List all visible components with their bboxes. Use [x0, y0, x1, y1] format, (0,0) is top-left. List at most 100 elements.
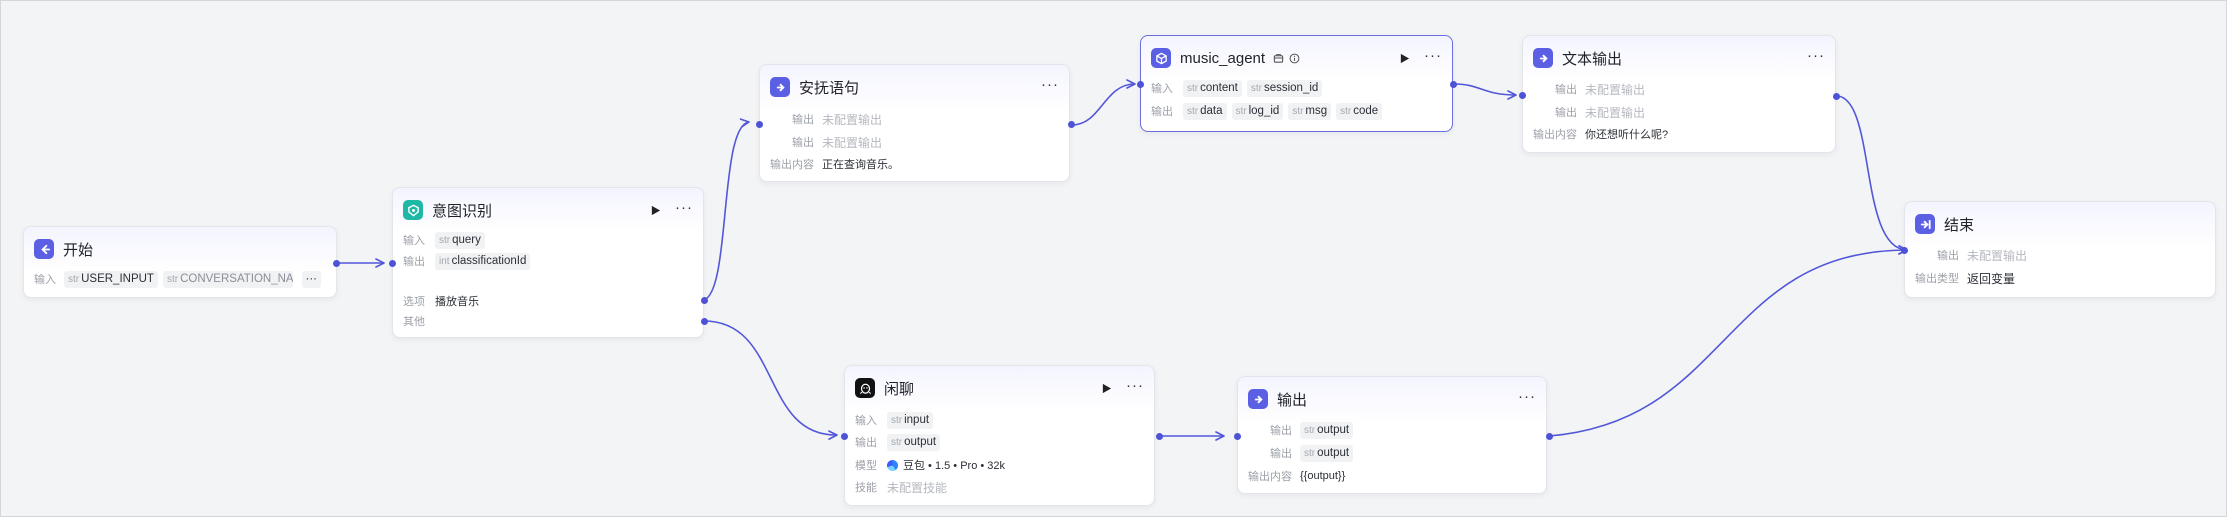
model-label: 模型 [855, 460, 877, 472]
chat-icon [855, 378, 875, 398]
edge-intent-chat[interactable] [703, 320, 838, 440]
output-label: 输出 [1555, 84, 1577, 96]
output-label: 输出 [792, 114, 814, 126]
more-button[interactable]: ··· [675, 200, 693, 217]
edge-text-end[interactable] [1837, 95, 1908, 255]
input-port[interactable] [389, 260, 396, 267]
output-tag: str log_id [1231, 102, 1284, 120]
node-title: 安抚语句 [799, 79, 860, 97]
output-icon [770, 77, 790, 97]
node-title: 开始 [63, 241, 94, 259]
input-tag: str input [887, 411, 934, 429]
content-label: 输出内容 [770, 159, 814, 171]
workflow-canvas[interactable]: 开始 输入 strUSER_INPUT strCONVERSATION_NAME… [0, 0, 2227, 517]
node-output[interactable]: 输出 ··· 输出 str output 输出 str output 输出内容 {{… [1234, 376, 1553, 494]
agent-icon [1151, 48, 1171, 68]
input-port[interactable] [841, 433, 848, 440]
node-title: music_agent [1180, 49, 1266, 67]
more-inputs-badge[interactable]: ··· [301, 270, 321, 288]
option-label: 选项 [403, 296, 425, 308]
output-tag: str msg [1288, 102, 1332, 120]
output-placeholder: 未配置输出 [822, 135, 883, 150]
output-icon [1533, 48, 1553, 68]
more-button[interactable]: ··· [1424, 48, 1442, 65]
output-placeholder: 未配置输出 [1585, 82, 1646, 97]
more-button[interactable]: ··· [1041, 77, 1059, 94]
output-tag: str output [887, 433, 941, 451]
skill-label: 技能 [855, 482, 877, 494]
input-tag: str content [1183, 79, 1242, 97]
node-text-output[interactable]: 文本输出 ··· 输出 未配置输出 输出 未配置输出 输出内容 你还想听什么呢? [1519, 35, 1840, 153]
output-port[interactable] [1156, 433, 1163, 440]
intent-icon [403, 200, 423, 220]
input-tag: strCONVERSATION_NAME [162, 270, 293, 288]
option-port[interactable] [701, 297, 708, 304]
type-label: 输出类型 [1915, 273, 1959, 285]
other-port[interactable] [701, 318, 708, 325]
output-tag: int classificationId [435, 252, 531, 270]
type-value: 返回变量 [1967, 271, 2016, 286]
end-icon [1915, 214, 1935, 234]
edge-soothe-agent[interactable] [1071, 79, 1136, 126]
run-icon[interactable] [649, 204, 661, 216]
output-port[interactable] [1450, 81, 1457, 88]
output-label: 输出 [1937, 250, 1959, 262]
output-label: 输出 [403, 256, 425, 268]
other-label: 其他 [403, 316, 425, 328]
input-tag: str USER_INPUT [64, 270, 158, 288]
input-label: 输入 [34, 274, 56, 286]
output-placeholder: 未配置输出 [1967, 248, 2028, 263]
skill-placeholder: 未配置技能 [887, 480, 948, 495]
output-port[interactable] [333, 260, 340, 267]
edge-output-end[interactable] [1548, 245, 1908, 437]
node-intent[interactable]: 意图识别 ··· 输入 str query 输出 int classificatio… [389, 187, 708, 338]
node-title: 文本输出 [1562, 50, 1623, 68]
content-value: 你还想听什么呢? [1585, 129, 1669, 141]
input-label: 输入 [403, 235, 425, 247]
more-button[interactable]: ··· [1126, 378, 1144, 395]
input-port[interactable] [756, 121, 763, 128]
start-icon [34, 239, 54, 259]
node-music-agent[interactable]: music_agent ··· 输入 str content str session… [1137, 35, 1457, 132]
run-icon[interactable] [1398, 52, 1410, 64]
content-label: 输出内容 [1533, 129, 1577, 141]
output-label: 输出 [855, 437, 877, 449]
edge-agent-text[interactable] [1453, 83, 1517, 100]
input-port[interactable] [1901, 247, 1908, 254]
edge-intent-soothe[interactable] [703, 118, 750, 301]
node-title: 意图识别 [432, 202, 493, 220]
output-port[interactable] [1068, 121, 1075, 128]
output-tag: str output [1300, 421, 1354, 439]
info-icon[interactable] [1289, 53, 1300, 64]
model-value: 豆包 • 1.5 • Pro • 32k [903, 460, 1006, 472]
input-port[interactable] [1137, 81, 1144, 88]
more-button[interactable]: ··· [1518, 389, 1536, 406]
output-placeholder: 未配置输出 [822, 112, 883, 127]
input-tag: str session_id [1246, 79, 1323, 97]
output-icon [1248, 389, 1268, 409]
option-value: 播放音乐 [435, 296, 479, 308]
output-label: 输出 [792, 137, 814, 149]
package-icon [1273, 53, 1284, 64]
node-soothe[interactable]: 安抚语句 ··· 输出 未配置输出 输出 未配置输出 输出内容 正在查询音乐。 [756, 64, 1075, 182]
input-port[interactable] [1234, 433, 1241, 440]
node-title: 结束 [1944, 216, 1975, 234]
output-port[interactable] [1833, 93, 1840, 100]
output-tag: str code [1336, 102, 1383, 120]
node-chat[interactable]: 闲聊 ··· 输入 str input 输出 str output 模型 豆包 • … [841, 365, 1163, 506]
doubao-logo-icon [887, 459, 898, 471]
output-tag: str data [1183, 102, 1227, 120]
run-icon[interactable] [1100, 382, 1112, 394]
content-value: {{output}} [1300, 470, 1346, 482]
node-start[interactable]: 开始 输入 strUSER_INPUT strCONVERSATION_NAME… [23, 226, 340, 298]
output-label: 输出 [1270, 425, 1292, 437]
input-port[interactable] [1519, 92, 1526, 99]
output-label: 输出 [1555, 107, 1577, 119]
more-button[interactable]: ··· [1807, 48, 1825, 65]
content-label: 输出内容 [1248, 471, 1292, 483]
node-end[interactable]: 结束 输出 未配置输出 输出类型 返回变量 [1901, 201, 2216, 298]
input-label: 输入 [855, 415, 877, 427]
output-port[interactable] [1546, 433, 1553, 440]
output-placeholder: 未配置输出 [1585, 105, 1646, 120]
input-tag: str query [435, 231, 485, 249]
